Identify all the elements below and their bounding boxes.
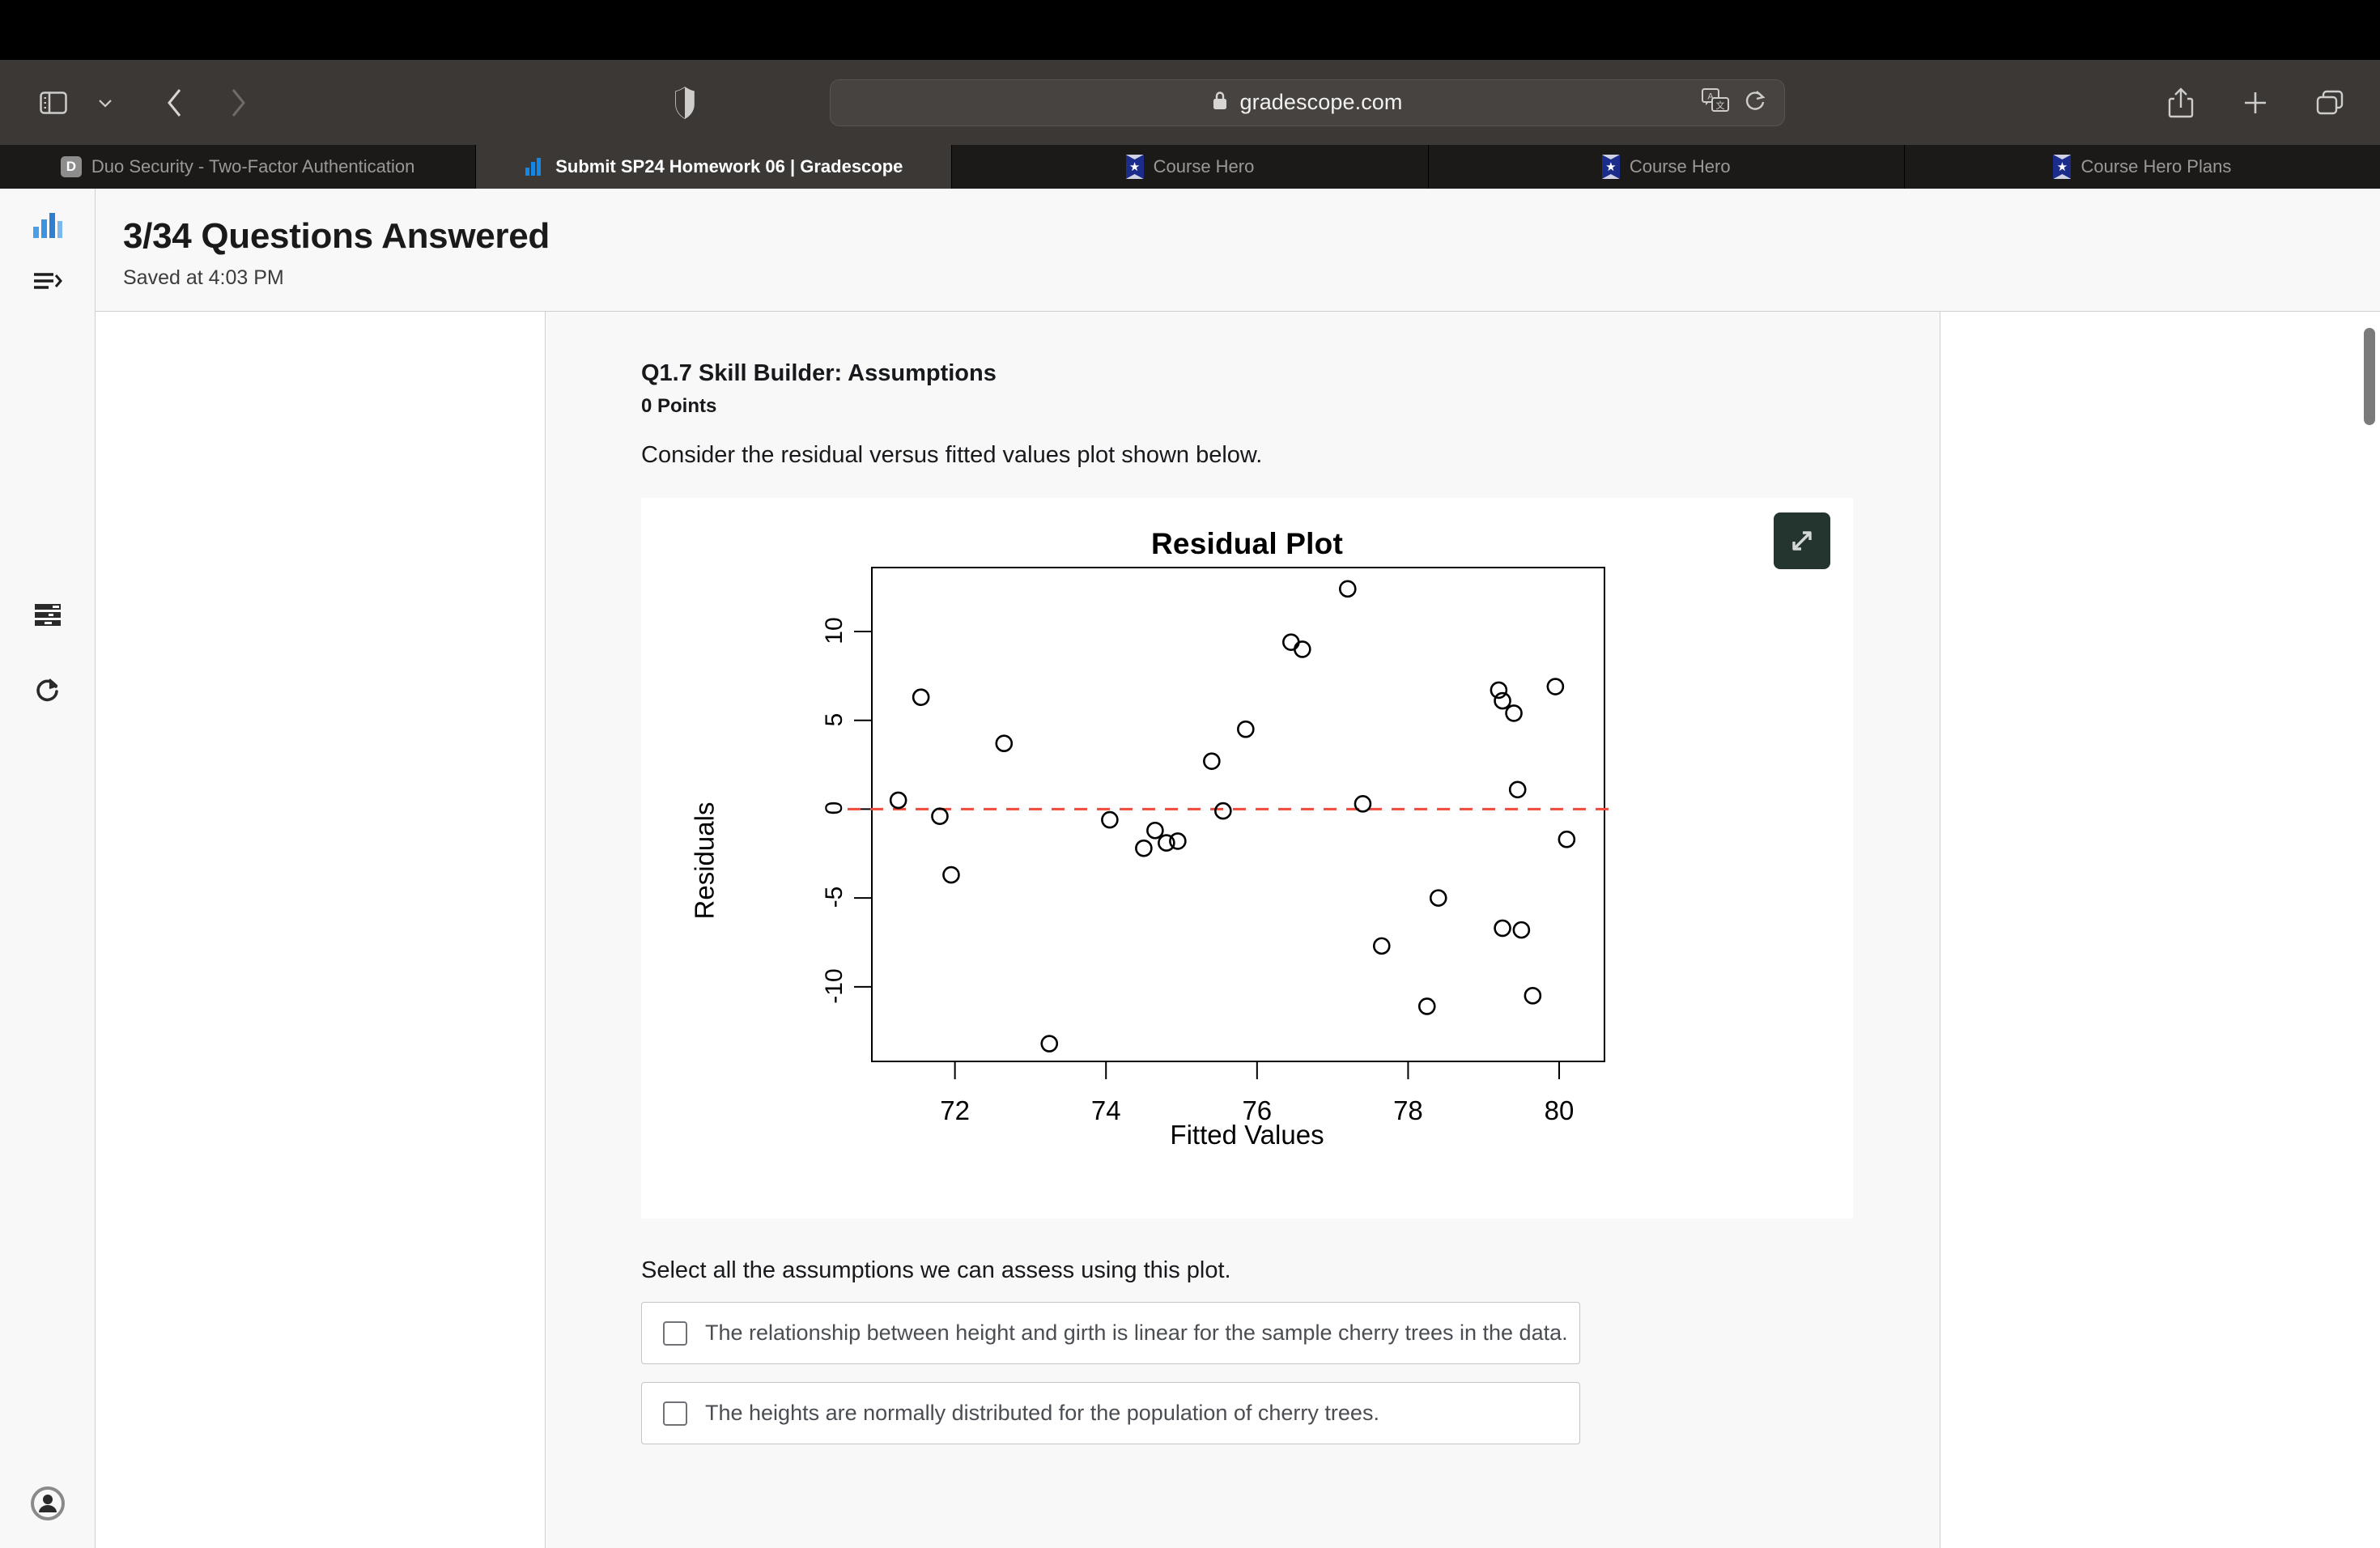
columns: Q1.7 Skill Builder: Assumptions 0 Points… [96, 312, 2380, 1548]
sidebar-toggle-icon[interactable] [28, 77, 79, 129]
plot-area: Residuals Fitted Values 10 5 0 -5 -10 72 74 76 7… [641, 561, 1853, 1160]
mac-title-strip [0, 0, 2380, 60]
tab-label: Course Hero [1153, 156, 1255, 176]
page-title: 3/34 Questions Answered [123, 216, 550, 256]
residual-plot-card: Residual Plot Residuals Fitted Values 10… [641, 498, 1853, 1218]
question-prompt: Consider the residual versus fitted valu… [641, 442, 1263, 468]
browser-toolbar: gradescope.com A文 [0, 60, 2380, 145]
tab-label: Submit SP24 Homework 06 | Gradescope [555, 156, 903, 176]
forward-arrow-icon[interactable] [212, 77, 264, 129]
checkbox-0[interactable] [663, 1320, 687, 1346]
question-points: 0 Points [641, 395, 717, 417]
answer-option-label: The heights are normally distributed for… [705, 1401, 1379, 1425]
tab-label: Course Hero [1629, 156, 1731, 176]
share-icon[interactable] [2155, 77, 2207, 129]
gradescope-bars-icon[interactable] [32, 211, 63, 243]
browser-tab-0[interactable]: D Duo Security - Two-Factor Authenticati… [0, 145, 477, 189]
x-tick-label: 74 [1090, 1095, 1121, 1125]
chevron-down-icon[interactable] [79, 77, 131, 129]
privacy-shield-icon[interactable] [659, 77, 711, 129]
reload-icon[interactable] [1744, 88, 1766, 117]
plus-icon[interactable] [2229, 77, 2281, 129]
x-tick-label: 80 [1544, 1095, 1575, 1125]
tab-label: Course Hero Plans [2080, 156, 2232, 176]
x-tick-label: 76 [1242, 1095, 1273, 1125]
browser-tab-4[interactable]: ★ Course Hero Plans [1904, 145, 2380, 189]
outline-list-icon[interactable] [34, 595, 62, 640]
right-gutter [1940, 312, 2380, 1548]
menu-expand-icon[interactable] [32, 262, 63, 304]
saved-status: Saved at 4:03 PM [123, 266, 284, 289]
back-arrow-icon[interactable] [149, 77, 201, 129]
refresh-icon[interactable] [34, 669, 62, 717]
duo-icon: D [60, 156, 82, 177]
browser-tab-2[interactable]: ★ Course Hero [952, 145, 1429, 189]
chart-title: Residual Plot [1151, 527, 1343, 560]
assignment-header: 3/34 Questions Answered Saved at 4:03 PM [96, 189, 2380, 312]
tab-label: Duo Security - Two-Factor Authentication [91, 156, 415, 176]
gradescope-icon [525, 157, 546, 176]
submission-pane [96, 312, 546, 1548]
content-area: 3/34 Questions Answered Saved at 4:03 PM… [96, 189, 2380, 1548]
lock-icon [1212, 90, 1228, 115]
y-tick-label: 10 [821, 617, 848, 644]
y-tick-label: 5 [821, 712, 848, 727]
answer-option-label: The relationship between height and girt… [705, 1320, 1568, 1345]
question-pane: Q1.7 Skill Builder: Assumptions 0 Points… [546, 312, 1940, 1548]
course-hero-icon: ★ [1601, 155, 1620, 179]
y-tick-label: -5 [821, 886, 848, 908]
gradescope-sidebar [0, 189, 96, 1548]
tab-bar: D Duo Security - Two-Factor Authenticati… [0, 145, 2380, 189]
answer-option-1[interactable]: The heights are normally distributed for… [641, 1382, 1580, 1444]
checkbox-1[interactable] [663, 1401, 687, 1426]
browser-tab-1[interactable]: Submit SP24 Homework 06 | Gradescope [476, 145, 953, 189]
course-hero-icon: ★ [2053, 155, 2072, 179]
browser-tab-3[interactable]: ★ Course Hero [1428, 145, 1905, 189]
x-tick-label: 78 [1393, 1095, 1423, 1125]
address-bar[interactable]: gradescope.com A文 [830, 79, 1785, 126]
y-tick-label: 0 [821, 802, 848, 815]
svg-text:文: 文 [1716, 100, 1725, 111]
x-tick-label: 72 [940, 1095, 970, 1125]
account-avatar-icon[interactable] [30, 1486, 66, 1525]
address-url: gradescope.com [1239, 90, 1403, 114]
select-prompt: Select all the assumptions we can assess… [641, 1257, 1231, 1283]
course-hero-icon: ★ [1125, 155, 1144, 179]
question-title: Q1.7 Skill Builder: Assumptions [641, 360, 997, 386]
answer-option-0[interactable]: The relationship between height and girt… [641, 1302, 1580, 1364]
y-tick-label: -10 [821, 968, 848, 1004]
translate-icon[interactable]: A文 [1702, 88, 1729, 117]
page-body: 3/34 Questions Answered Saved at 4:03 PM… [0, 189, 2380, 1548]
y-axis-label: Residuals [689, 802, 720, 920]
page-scrollbar[interactable] [2364, 328, 2375, 425]
tab-overview-icon[interactable] [2304, 77, 2356, 129]
